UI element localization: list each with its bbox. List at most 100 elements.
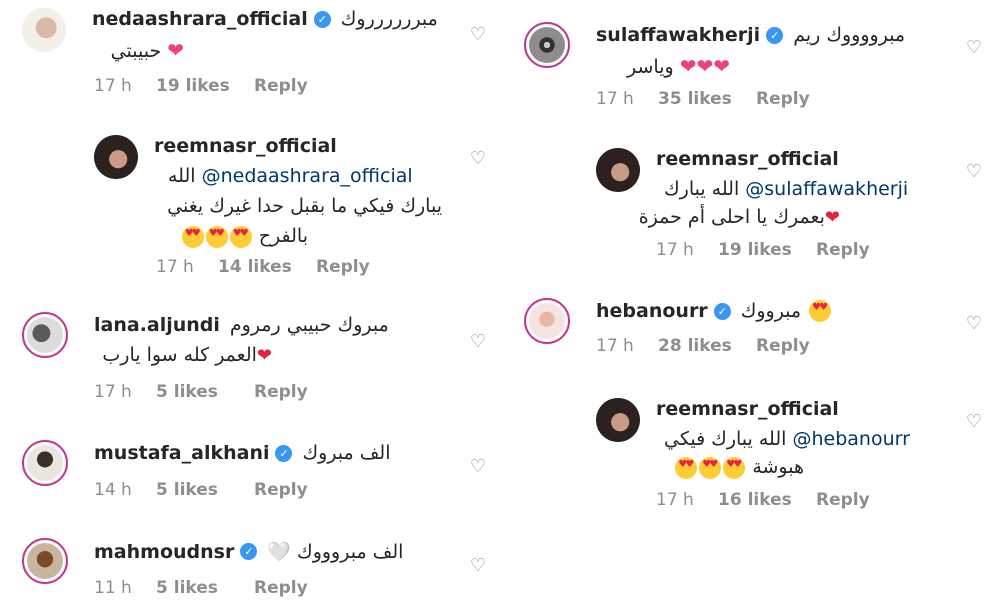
heart-outline-icon[interactable]: ♡ — [468, 332, 488, 352]
comment-text-line: @hebanourr الله يبارك فيكي — [656, 428, 910, 450]
comment-likes[interactable]: 19 likes — [718, 240, 816, 260]
heart-outline-icon[interactable]: ♡ — [964, 38, 984, 58]
reply-button[interactable]: Reply — [756, 89, 810, 109]
comment-likes[interactable]: 5 likes — [156, 382, 254, 402]
heart-eyes-emoji-icon — [229, 225, 252, 248]
comment-text-line: ❤❤❤ وياسر — [627, 54, 730, 78]
comment-text: مبرووووك ريم — [793, 24, 906, 46]
heart-outline-icon[interactable]: ♡ — [964, 162, 984, 182]
reply-button[interactable]: Reply — [816, 240, 870, 260]
comment-item: sulaffawakherji ✓ مبرووووك ريم ❤❤❤ وياسر… — [500, 22, 1000, 122]
comment-likes[interactable]: 16 likes — [718, 490, 816, 510]
reply-button[interactable]: Reply — [254, 76, 308, 96]
comment-text-line: @sulaffawakherji الله يبارك — [656, 178, 908, 200]
comment-meta: 17 h 5 likes Reply — [94, 382, 308, 402]
reply-button[interactable]: Reply — [254, 480, 308, 500]
comment-item: mahmoudnsr ✓ الف مبروووك 🤍 11 h 5 likes … — [0, 538, 500, 608]
reply-button[interactable]: Reply — [254, 382, 308, 402]
mention-link[interactable]: @sulaffawakherji — [745, 178, 908, 200]
comment-time: 11 h — [94, 578, 132, 598]
reply-button[interactable]: Reply — [756, 336, 810, 356]
verified-badge-icon: ✓ — [713, 302, 731, 320]
comment-item: hebanourr ✓ مبرووك 17 h 28 likes Reply ♡ — [500, 298, 1000, 368]
comment-text: الف مبروك — [302, 442, 391, 464]
comment-item: lana.aljundi مبروك حبيبي رمروم ❤العمر كل… — [0, 312, 500, 407]
comment-likes[interactable]: 19 likes — [156, 76, 254, 96]
reply-button[interactable]: Reply — [816, 490, 870, 510]
comment-meta: 17 h 35 likes Reply — [596, 89, 810, 109]
comment-text: مبرووك — [740, 300, 802, 322]
avatar[interactable] — [596, 398, 640, 442]
comment-text-line2: يبارك فيكي ما بقبل حدا غيرك يغني — [167, 195, 442, 217]
comments-column-left: nedaashrara_official ✓ مبرررررروك ❤ حبيب… — [0, 0, 500, 615]
comment-likes[interactable]: 35 likes — [658, 89, 756, 109]
comment-username[interactable]: hebanourr — [596, 300, 708, 322]
verified-badge-icon: ✓ — [240, 543, 258, 560]
comment-text-line3: بالفرح — [181, 225, 308, 248]
comment-username[interactable]: reemnasr_official — [656, 398, 839, 420]
comment-text-line2: وياسر — [627, 56, 674, 78]
comment-text-line: ❤العمر كله سوا يارب — [102, 344, 272, 366]
mention-link[interactable]: @nedaashrara_official — [202, 165, 413, 187]
reply-button[interactable]: Reply — [254, 578, 308, 598]
avatar[interactable] — [22, 440, 68, 486]
comment-meta: 14 h 5 likes Reply — [94, 480, 308, 500]
comment-username[interactable]: mustafa_alkhani — [94, 442, 269, 464]
comment-username[interactable]: reemnasr_official — [154, 135, 337, 157]
comment-time: 17 h — [656, 490, 694, 510]
comment-likes[interactable]: 5 likes — [156, 480, 254, 500]
heart-outline-icon[interactable]: ♡ — [468, 457, 488, 477]
comment-meta: 11 h 5 likes Reply — [94, 578, 308, 598]
comment-time: 17 h — [94, 382, 132, 402]
mention-link[interactable]: @hebanourr — [792, 428, 909, 450]
heart-outline-icon[interactable]: ♡ — [468, 149, 488, 169]
heart-outline-icon[interactable]: ♡ — [964, 412, 984, 432]
comment-username[interactable]: nedaashrara_official — [92, 8, 308, 30]
verified-badge-icon: ✓ — [766, 26, 784, 44]
avatar[interactable] — [22, 538, 68, 584]
comment-text-line: @nedaashrara_official الله — [154, 165, 413, 187]
comment-item-reply: reemnasr_official @nedaashrara_official … — [0, 135, 500, 280]
comment-text: الف مبروووك 🤍 — [267, 541, 404, 563]
heart-outline-icon[interactable]: ♡ — [964, 314, 984, 334]
verified-badge-icon: ✓ — [275, 444, 293, 462]
comment-text-line: هبوشة — [674, 456, 804, 479]
red-heart-emoji-icon: ❤ — [256, 345, 272, 366]
comment-likes[interactable]: 14 likes — [218, 257, 316, 277]
reply-button[interactable]: Reply — [316, 257, 370, 277]
comment-meta: 17 h 16 likes Reply — [656, 490, 870, 510]
heart-outline-icon[interactable]: ♡ — [468, 25, 488, 45]
comment-text: مبروك حبيبي رمروم — [229, 314, 389, 336]
red-heart-emoji-icon: ❤ — [824, 207, 840, 228]
avatar[interactable] — [524, 22, 570, 68]
comment-username[interactable]: mahmoudnsr — [94, 541, 234, 563]
comment-text-line2: بعمرك يا احلى أم حمزة — [638, 206, 825, 228]
verified-badge-icon: ✓ — [313, 10, 331, 28]
heart-emoji-icon: ❤ — [167, 38, 184, 62]
comment-username[interactable]: lana.aljundi — [94, 314, 220, 336]
avatar[interactable] — [22, 8, 66, 52]
comment-likes[interactable]: 5 likes — [156, 578, 254, 598]
comment-text-line: ❤ حبيبتي — [111, 38, 184, 62]
comment-time: 17 h — [596, 89, 634, 109]
avatar[interactable] — [22, 312, 68, 358]
comment-text: الله يبارك — [664, 178, 740, 200]
heart-eyes-emoji-icon — [181, 225, 204, 248]
heart-outline-icon[interactable]: ♡ — [468, 556, 488, 576]
comment-text-line2: العمر كله سوا يارب — [102, 344, 257, 366]
comment-meta: 17 h 28 likes Reply — [596, 336, 810, 356]
comment-text: مبرررررروك — [340, 8, 438, 30]
comment-meta: 17 h 19 likes Reply — [94, 76, 308, 96]
comment-username[interactable]: reemnasr_official — [656, 148, 839, 170]
avatar[interactable] — [94, 135, 138, 179]
comment-likes[interactable]: 28 likes — [658, 336, 756, 356]
comment-text: الله — [168, 165, 196, 187]
heart-emoji-icon: ❤❤❤ — [679, 54, 730, 78]
comment-item-reply: reemnasr_official @sulaffawakherji الله … — [500, 148, 1000, 266]
avatar[interactable] — [524, 298, 570, 344]
comment-meta: 17 h 14 likes Reply — [156, 257, 370, 277]
avatar[interactable] — [596, 148, 640, 192]
comment-username[interactable]: sulaffawakherji — [596, 24, 760, 46]
comment-time: 17 h — [156, 257, 194, 277]
comment-text-line2: حبيبتي — [110, 40, 162, 62]
